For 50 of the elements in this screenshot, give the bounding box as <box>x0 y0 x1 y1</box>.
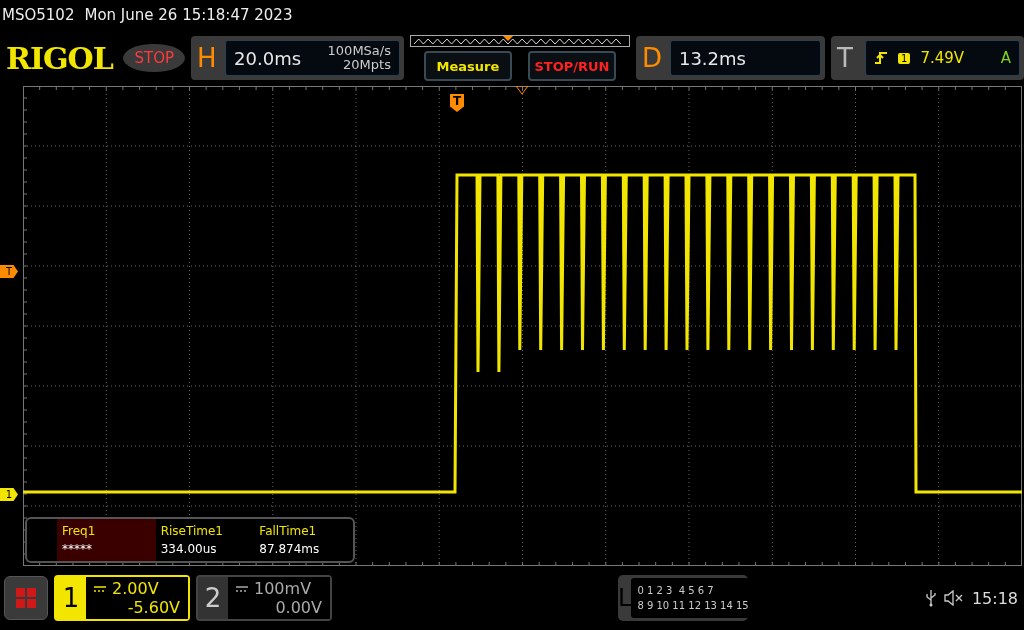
measurement-name: FallTime1 <box>259 524 318 538</box>
menu-button[interactable] <box>4 576 48 620</box>
measurement-name: RiseTime1 <box>160 524 224 538</box>
logo: RIGOL <box>6 40 115 76</box>
logic-channels: 0 1 2 3 4 5 6 7 <box>637 585 715 596</box>
run-state-badge: STOP <box>123 44 186 72</box>
measurement-value: 334.00us <box>160 542 218 556</box>
timebase-value: 20.0ms <box>234 47 302 69</box>
channel-number: 2 <box>203 582 223 615</box>
dc-coupling-icon <box>236 585 248 592</box>
channel-panel[interactable]: 1 2.00V -5.60V <box>54 575 190 621</box>
measurement-item[interactable]: FallTime1 87.874ms <box>254 519 353 561</box>
trigger-level-marker[interactable]: T <box>0 265 18 278</box>
usb-icon <box>925 589 936 607</box>
channel-number: 1 <box>61 582 81 615</box>
delay-label: D <box>641 43 663 73</box>
sample-rate: 100MSa/s <box>327 44 391 58</box>
trigger-panel[interactable]: T 1 7.49V A <box>831 36 1024 80</box>
measurement-value: ***** <box>62 542 93 556</box>
trigger-mode: A <box>1000 49 1011 67</box>
delay-panel[interactable]: D 13.2ms <box>635 36 825 80</box>
channel-offset: -5.60V <box>127 598 180 617</box>
rising-edge-icon <box>874 51 888 65</box>
measure-button[interactable]: Measure <box>423 51 512 81</box>
delay-value: 13.2ms <box>678 47 746 69</box>
channel-offset: 0.00V <box>275 598 322 617</box>
logic-label: L <box>618 584 632 612</box>
speaker-muted-icon <box>943 590 964 606</box>
model-name: MSO5102 <box>2 6 75 24</box>
trigger-position-marker[interactable]: T <box>450 94 464 112</box>
dc-coupling-icon <box>94 585 106 592</box>
stop-run-button[interactable]: STOP/RUN <box>527 51 616 81</box>
channel-panel[interactable]: 2 100mV 0.00V <box>196 575 332 621</box>
measurement-name: Freq1 <box>62 524 97 538</box>
horizontal-panel[interactable]: H 20.0ms 100MSa/s 20Mpts <box>191 36 404 80</box>
trigger-label: T <box>837 43 854 73</box>
grid-icon <box>15 587 37 609</box>
memory-depth: 20Mpts <box>343 58 391 72</box>
date-time: Mon June 26 15:18:47 2023 <box>84 6 293 24</box>
measurement-item[interactable]: RiseTime1 334.00us <box>155 519 255 561</box>
clock: 15:18 <box>971 588 1018 608</box>
trigger-voltage: 7.49V <box>920 49 965 67</box>
channel-scale: 100mV <box>254 579 312 598</box>
trigger-source-badge: 1 <box>898 52 911 64</box>
measurement-value: 87.874ms <box>259 542 321 556</box>
horizontal-label: H <box>197 43 218 73</box>
logic-channels: 8 9 10 11 12 13 14 15 <box>637 600 749 611</box>
channel-scale: 2.00V <box>112 579 159 598</box>
channel-marker[interactable]: 1 <box>0 488 18 501</box>
measurement-item[interactable]: Freq1 ***** <box>57 519 156 561</box>
